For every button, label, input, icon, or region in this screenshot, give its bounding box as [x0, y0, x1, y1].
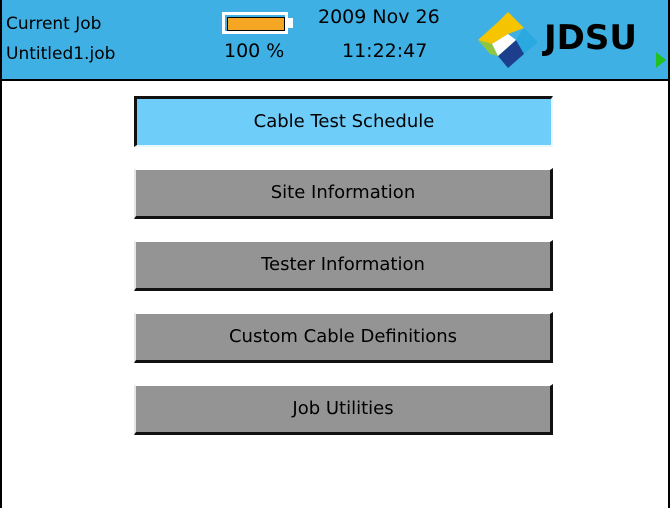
battery-level-fill: [227, 17, 285, 31]
battery-icon: [222, 12, 294, 34]
tester-screen: Current Job Untitled1.job 100 % 2009 Nov…: [0, 0, 670, 508]
current-job-name: Untitled1.job: [6, 44, 116, 64]
battery-tip: [288, 18, 293, 28]
battery-body: [222, 12, 288, 34]
job-utilities-button[interactable]: Job Utilities: [134, 384, 553, 435]
status-header: Current Job Untitled1.job 100 % 2009 Nov…: [2, 0, 668, 81]
battery-percent: 100 %: [224, 40, 285, 62]
main-menu: Cable Test Schedule Site Information Tes…: [134, 96, 554, 456]
site-information-button[interactable]: Site Information: [134, 168, 553, 219]
green-arrow-icon: [656, 52, 666, 68]
time-display: 11:22:47: [342, 40, 428, 62]
tester-information-button[interactable]: Tester Information: [134, 240, 553, 291]
custom-cable-definitions-button[interactable]: Custom Cable Definitions: [134, 312, 553, 363]
jdsu-logo-icon: [478, 12, 538, 68]
current-job-label: Current Job: [6, 14, 102, 34]
logo-text: JDSU: [544, 18, 637, 58]
jdsu-logo: JDSU: [476, 10, 666, 70]
date-display: 2009 Nov 26: [318, 6, 440, 28]
cable-test-schedule-button[interactable]: Cable Test Schedule: [134, 96, 553, 147]
